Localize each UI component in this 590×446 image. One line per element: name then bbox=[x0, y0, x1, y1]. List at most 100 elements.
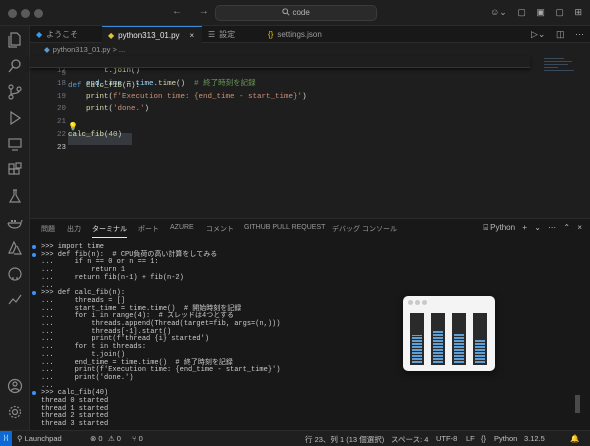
breadcrumb-more[interactable]: ... bbox=[119, 45, 125, 54]
maximize-panel-icon[interactable]: ⌃ bbox=[563, 223, 570, 232]
command-decoration-icon[interactable] bbox=[32, 252, 36, 257]
panel-tab-output[interactable]: 出力 bbox=[67, 224, 81, 234]
panel-tab-debug-console[interactable]: デバッグ コンソール bbox=[332, 224, 397, 234]
language-braces-icon[interactable]: {} bbox=[481, 434, 486, 443]
launchpad-label: Launchpad bbox=[24, 434, 62, 443]
code-line[interactable]: 21 bbox=[30, 116, 530, 128]
line-number: 23 bbox=[56, 143, 66, 152]
breadcrumb-file[interactable]: python313_01.py bbox=[53, 45, 111, 54]
lightbulb-icon[interactable]: 💡 bbox=[68, 122, 78, 132]
ports-count[interactable]: ⑂ 0 bbox=[132, 434, 143, 443]
tab-python313-01[interactable]: ◆ python313_01.py × bbox=[102, 26, 202, 43]
timeline-icon[interactable] bbox=[7, 292, 23, 308]
run-python-icon[interactable]: ▷⌄ bbox=[531, 29, 545, 39]
notifications-bell-icon[interactable]: 🔔 bbox=[570, 434, 579, 443]
sticky-scroll-header[interactable]: 9 def calc_fib(n): bbox=[30, 56, 530, 90]
errors-count[interactable]: ⊗ 0 bbox=[90, 434, 103, 443]
panel-tab-ports[interactable]: ポート bbox=[138, 224, 159, 234]
minimap[interactable] bbox=[544, 58, 578, 80]
line-number: 22 bbox=[56, 131, 66, 139]
code-line[interactable]: 19 print(f'Execution time: {end_time - s… bbox=[30, 91, 530, 103]
command-decoration-icon[interactable] bbox=[32, 291, 36, 296]
python-version[interactable]: 3.12.5 bbox=[524, 434, 545, 443]
editor-actions: ▷⌄ ◫ ⋯ bbox=[523, 29, 584, 40]
terminal[interactable]: >>> import time >>> def fib(n): # CPU負荷の高… bbox=[30, 243, 590, 429]
customize-layout-icon[interactable]: ⊞ bbox=[574, 7, 582, 17]
minimize-window-button[interactable] bbox=[21, 9, 30, 18]
more-actions-icon[interactable]: ⋯ bbox=[575, 29, 584, 39]
remote-indicator-icon[interactable]: ⟩⟨ bbox=[0, 431, 12, 446]
new-terminal-icon[interactable]: + bbox=[522, 223, 527, 232]
code-token: () bbox=[131, 67, 141, 75]
close-tab-icon[interactable]: × bbox=[190, 31, 195, 40]
code-line[interactable]: 22 calc_fib(40) bbox=[30, 129, 530, 141]
code-token: def bbox=[68, 82, 87, 90]
source-control-icon[interactable] bbox=[7, 84, 23, 100]
widget-close-button[interactable] bbox=[408, 300, 413, 305]
code-token: 'done.' bbox=[113, 105, 145, 114]
cpu-core-meter bbox=[452, 313, 466, 365]
explorer-icon[interactable] bbox=[7, 32, 23, 48]
tab-settings[interactable]: ☰ 設定 bbox=[202, 26, 262, 43]
launchpad-item[interactable]: ⚲ Launchpad bbox=[17, 434, 62, 443]
docker-icon[interactable] bbox=[7, 214, 23, 230]
nav-back-button[interactable]: ← bbox=[172, 6, 182, 17]
extensions-icon[interactable] bbox=[7, 162, 23, 178]
tab-welcome[interactable]: ◆ ようこそ bbox=[30, 26, 102, 43]
accounts-icon[interactable] bbox=[7, 378, 23, 394]
terminal-dropdown-icon[interactable]: ⌄ bbox=[534, 223, 541, 232]
command-center-search[interactable]: code bbox=[215, 5, 377, 21]
code-token: ) bbox=[117, 131, 123, 139]
cpu-usage-widget[interactable] bbox=[403, 296, 495, 371]
widget-zoom-button[interactable] bbox=[422, 300, 427, 305]
maximize-window-button[interactable] bbox=[34, 9, 43, 18]
sticky-line: 9 def calc_fib(n): bbox=[30, 56, 530, 90]
tab-settings-json[interactable]: {} settings.json bbox=[262, 26, 342, 43]
line-code: def calc_fib(n): bbox=[68, 80, 140, 92]
code-line[interactable]: 20 print('done.') bbox=[30, 103, 530, 115]
manage-gear-icon[interactable] bbox=[7, 404, 23, 420]
panel-tab-azure[interactable]: AZURE bbox=[170, 224, 194, 231]
line-number: 20 bbox=[56, 105, 66, 114]
github-icon[interactable] bbox=[7, 266, 23, 282]
terminal-scrollbar[interactable] bbox=[575, 245, 580, 413]
azure-icon[interactable] bbox=[7, 240, 23, 256]
widget-minimize-button[interactable] bbox=[415, 300, 420, 305]
command-decoration-icon[interactable] bbox=[32, 245, 36, 249]
indentation[interactable]: スペース: 4 bbox=[391, 434, 428, 445]
testing-icon[interactable] bbox=[7, 188, 23, 204]
terminal-name[interactable]: Python bbox=[490, 223, 515, 232]
panel-more-icon[interactable]: ⋯ bbox=[548, 223, 556, 232]
split-editor-icon[interactable]: ◫ bbox=[556, 29, 565, 39]
vscode-logo-icon: ◆ bbox=[36, 30, 43, 39]
panel-tab-comments[interactable]: コメント bbox=[206, 224, 234, 234]
command-decoration-icon[interactable] bbox=[32, 391, 36, 396]
language-mode[interactable]: Python bbox=[494, 434, 517, 443]
line-ending[interactable]: LF bbox=[466, 434, 475, 443]
scrollbar-thumb[interactable] bbox=[575, 395, 580, 413]
vscode-window: ← → code ☺⌄ ▢ ▣ ▢ ⊞ ◆ ようこそ ◆ python313_0… bbox=[0, 0, 590, 446]
code-line[interactable]: 23 bbox=[30, 142, 530, 154]
panel-tab-problems[interactable]: 問題 bbox=[41, 224, 55, 234]
python-icon: ◆ bbox=[44, 45, 50, 54]
layout-sidebar-icon[interactable]: ▢ bbox=[517, 7, 526, 17]
cursor-position[interactable]: 行 23、列 1 (13 個選択) bbox=[305, 434, 384, 445]
code-editor[interactable]: 17 t.join() 18 end_time = time.time() # 終… bbox=[30, 56, 590, 218]
encoding[interactable]: UTF-8 bbox=[436, 434, 457, 443]
line-code: print('done.') bbox=[68, 103, 149, 115]
cpu-core-level bbox=[475, 339, 485, 363]
cpu-core-level bbox=[412, 335, 422, 363]
cpu-core-level bbox=[433, 330, 443, 363]
warnings-count[interactable]: ⚠ 0 bbox=[108, 434, 121, 443]
layout-panel-icon[interactable]: ▣ bbox=[536, 7, 545, 17]
close-window-button[interactable] bbox=[8, 9, 17, 18]
search-sidebar-icon[interactable] bbox=[7, 58, 23, 74]
run-debug-icon[interactable] bbox=[7, 110, 23, 126]
close-panel-icon[interactable]: × bbox=[577, 223, 582, 232]
remote-explorer-icon[interactable] bbox=[7, 136, 23, 152]
layout-secondary-icon[interactable]: ▢ bbox=[555, 7, 564, 17]
panel-tab-terminal[interactable]: ターミナル bbox=[92, 224, 127, 238]
panel-tab-github-pr[interactable]: GITHUB PULL REQUEST bbox=[244, 224, 325, 231]
nav-forward-button[interactable]: → bbox=[199, 6, 209, 17]
copilot-icon[interactable]: ☺⌄ bbox=[490, 7, 507, 17]
